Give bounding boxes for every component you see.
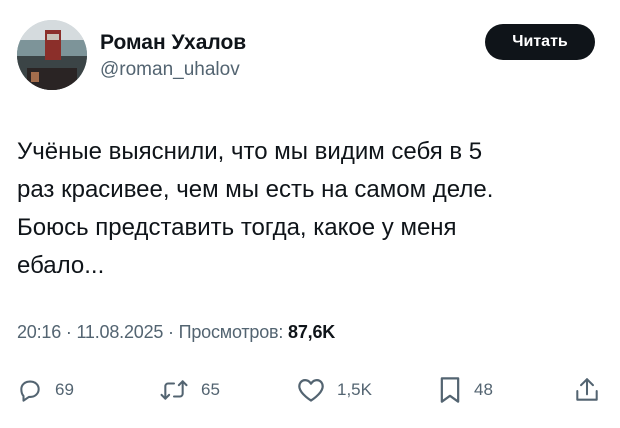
action-bar: 69 65 1,5K 48: [0, 372, 620, 408]
heart-icon: [297, 377, 337, 403]
share-button[interactable]: [574, 372, 600, 408]
like-button[interactable]: 1,5K: [297, 372, 372, 408]
author-handle[interactable]: @roman_uhalov: [100, 58, 246, 82]
meta-separator: ·: [163, 322, 179, 342]
bookmark-button[interactable]: 48: [438, 372, 493, 408]
retweet-count: 65: [201, 380, 220, 399]
bookmark-icon: [438, 376, 474, 404]
reply-icon: [17, 377, 55, 403]
follow-button[interactable]: Читать: [485, 24, 595, 60]
avatar[interactable]: [17, 20, 87, 90]
tweet-text: Учёные выяснили, что мы видим себя в 5 р…: [17, 138, 494, 279]
reply-button[interactable]: 69: [17, 372, 74, 408]
tweet-date[interactable]: 11.08.2025: [76, 322, 163, 342]
tweet-meta: 20:16 · 11.08.2025 · Просмотров: 87,6K: [17, 322, 335, 343]
retweet-button[interactable]: 65: [159, 372, 220, 408]
tweet-time[interactable]: 20:16: [17, 322, 61, 342]
reply-count: 69: [55, 380, 74, 399]
like-count: 1,5K: [337, 380, 372, 399]
retweet-icon: [159, 377, 201, 403]
views-label: Просмотров:: [178, 322, 289, 342]
author-display-name[interactable]: Роман Ухалов: [100, 30, 246, 56]
author-info: Роман Ухалов @roman_uhalov: [100, 30, 246, 82]
avatar-image: [17, 20, 87, 90]
share-icon: [574, 376, 600, 404]
meta-separator: ·: [61, 322, 77, 342]
bookmark-count: 48: [474, 380, 493, 399]
views-count: 87,6K: [288, 322, 336, 342]
tweet-card: Роман Ухалов @roman_uhalov Читать Учёные…: [0, 0, 620, 428]
